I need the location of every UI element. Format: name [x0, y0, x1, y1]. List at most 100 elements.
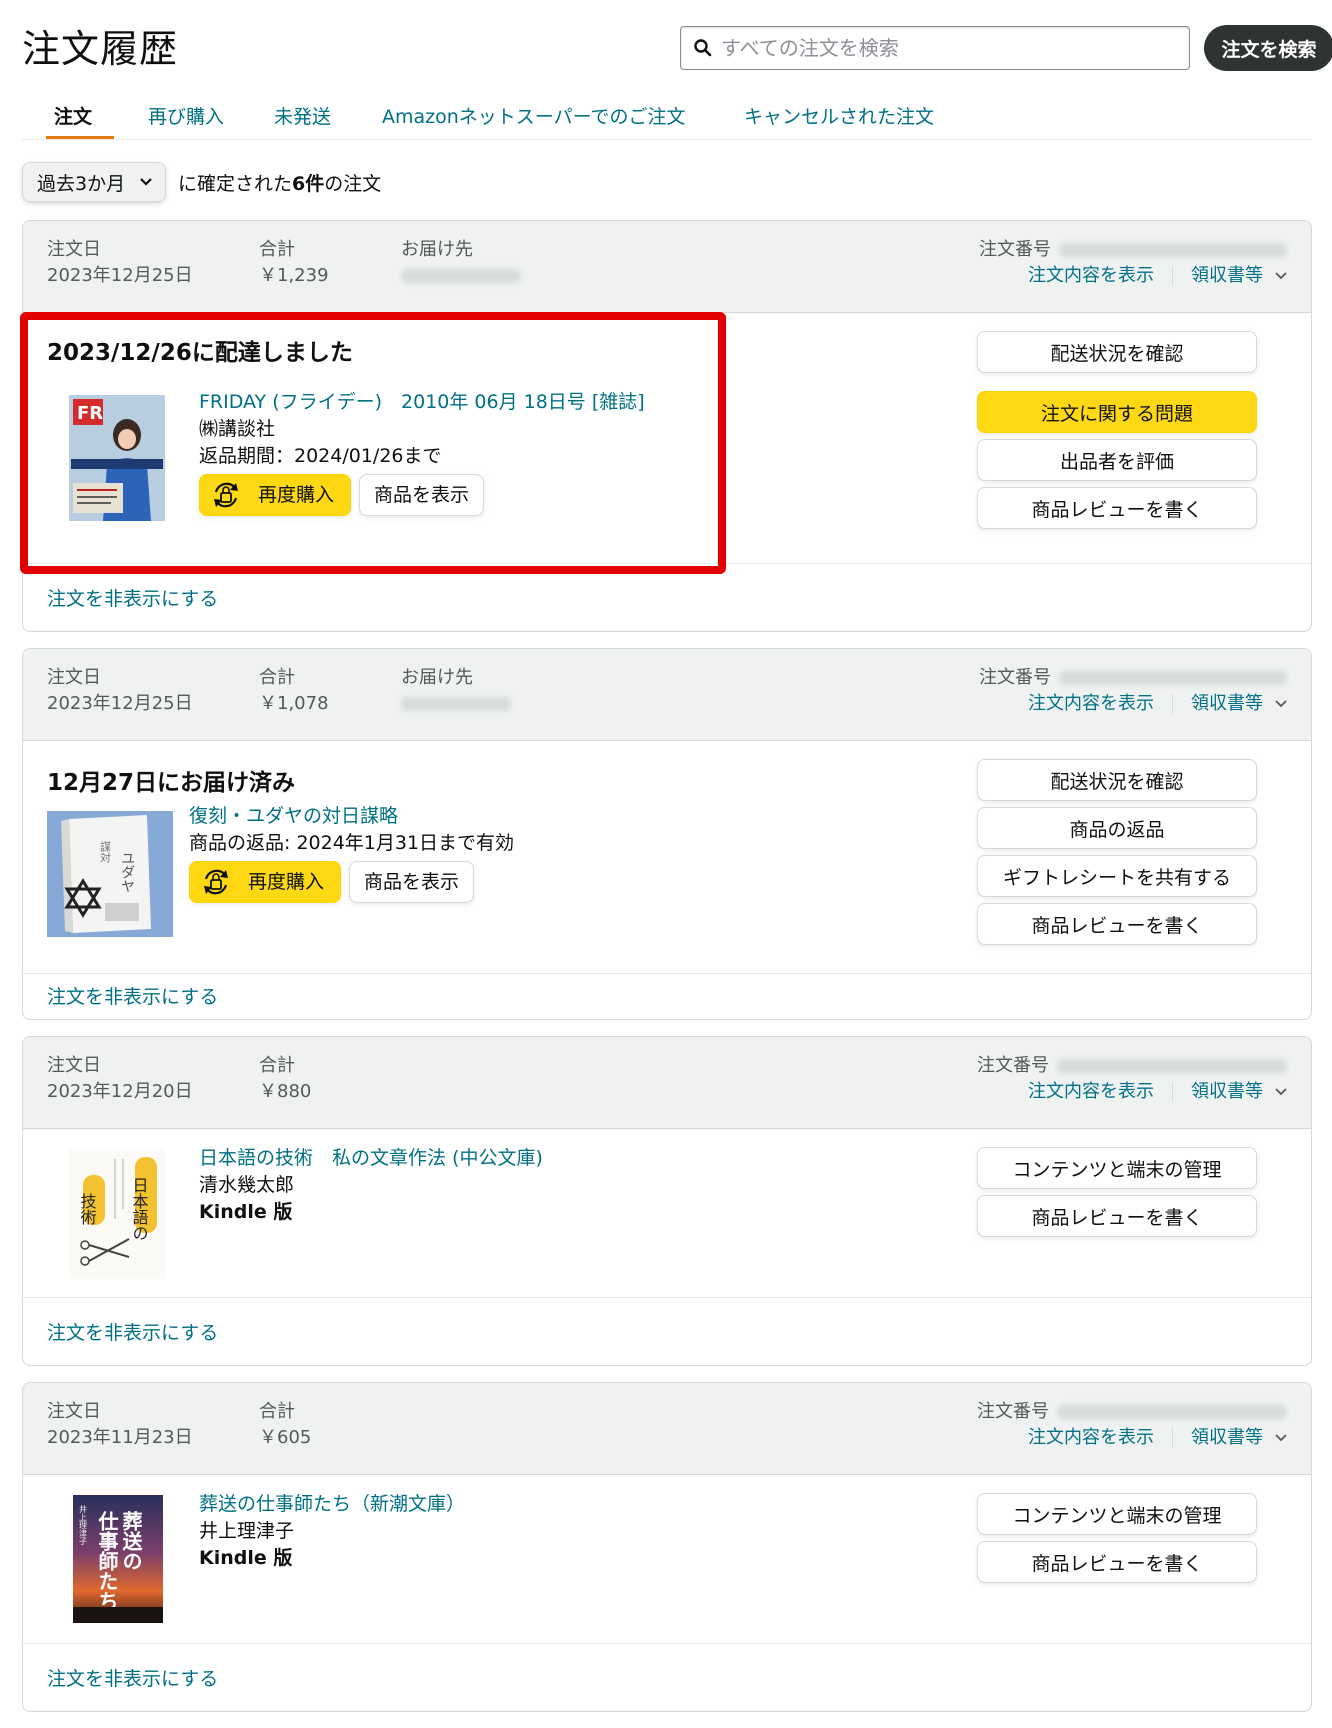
order-actions: コンテンツと端末の管理 商品レビューを書く [977, 1147, 1257, 1243]
search-box[interactable] [680, 26, 1190, 70]
view-item-button[interactable]: 商品を表示 [349, 861, 475, 903]
hide-order-link[interactable]: 注文を非表示にする [47, 1318, 218, 1345]
view-order-details-link[interactable]: 注文内容を表示 [1028, 1079, 1154, 1105]
view-order-details-link[interactable]: 注文内容を表示 [1028, 1425, 1154, 1451]
item-author: 清水幾太郎 [199, 1174, 295, 1196]
item-return-window: 返品期間：2024/01/26まで [199, 445, 442, 467]
rate-seller-button[interactable]: 出品者を評価 [977, 439, 1257, 481]
tab-netsuper-orders[interactable]: Amazonネットスーパーでのご注文 [382, 102, 685, 129]
chevron-down-icon[interactable] [1275, 272, 1287, 280]
share-gift-receipt-button[interactable]: ギフトレシートを共有する [977, 855, 1257, 897]
redacted-recipient [401, 697, 511, 711]
ship-to: お届け先 [401, 665, 511, 717]
product-image-nihongo[interactable]: 日本語の 技術 [69, 1149, 165, 1279]
tab-buy-again[interactable]: 再び購入 [148, 102, 224, 129]
chevron-down-icon[interactable] [1275, 700, 1287, 708]
product-image-friday[interactable]: FR [69, 395, 165, 521]
write-review-button[interactable]: 商品レビューを書く [977, 903, 1257, 945]
order-card: 注文日 2023年12月25日 合計 ￥1,078 お届け先 注文番号 注文内容を表… [22, 648, 1312, 1020]
redacted-order-number [1059, 243, 1287, 257]
order-body: 日本語の 技術 日本語の技術 私の文章作法 (中公文庫) 清水幾太郎 Kindl… [23, 1129, 1311, 1297]
order-total: 合計 ￥605 [259, 1401, 312, 1448]
product-image-yudaya[interactable]: ユダヤ 謀対 [47, 811, 173, 937]
order-actions: 配送状況を確認 注文に関する問題 出品者を評価 商品レビューを書く [977, 331, 1257, 535]
item-title-link[interactable]: 葬送の仕事師たち（新潮文庫） [199, 1491, 465, 1518]
return-item-button[interactable]: 商品の返品 [977, 807, 1257, 849]
order-body: 葬送の 仕事師たち 井上理津子 葬送の仕事師たち（新潮文庫） 井上理津子 Kin… [23, 1475, 1311, 1643]
order-header: 注文日 2023年12月25日 合計 ￥1,239 お届け先 注文番号 注文内容を表… [23, 221, 1311, 313]
search-orders-button[interactable]: 注文を検索 [1204, 25, 1332, 71]
order-tabs: 注文 再び購入 未発送 Amazonネットスーパーでのご注文 キャンセルされた注… [22, 94, 1312, 140]
order-total: 合計 ￥880 [259, 1055, 312, 1102]
top-bar: 注文履歴 注文を検索 [22, 18, 1332, 74]
time-range-dropdown[interactable]: 過去3か月 [22, 162, 166, 202]
chevron-down-icon[interactable] [1275, 1088, 1287, 1096]
track-package-button[interactable]: 配送状況を確認 [977, 759, 1257, 801]
product-image-sousou[interactable]: 葬送の 仕事師たち 井上理津子 [73, 1495, 163, 1623]
chevron-down-icon [140, 178, 152, 186]
hide-order-link[interactable]: 注文を非表示にする [47, 982, 218, 1009]
svg-text:井上理津子: 井上理津子 [79, 1504, 88, 1545]
write-review-button[interactable]: 商品レビューを書く [977, 1195, 1257, 1237]
chevron-down-icon[interactable] [1275, 1434, 1287, 1442]
search-input[interactable] [721, 27, 1181, 69]
order-footer: 注文を非表示にする [23, 1297, 1311, 1365]
view-order-details-link[interactable]: 注文内容を表示 [1028, 263, 1154, 289]
hide-order-link[interactable]: 注文を非表示にする [47, 584, 218, 611]
order-date: 注文日 2023年11月23日 [47, 1401, 193, 1448]
rebuy-button[interactable]: 再度購入 [199, 474, 352, 516]
manage-content-devices-button[interactable]: コンテンツと端末の管理 [977, 1493, 1257, 1535]
order-card: 注文日 2023年12月25日 合計 ￥1,239 お届け先 注文番号 注文内容を表… [22, 220, 1312, 632]
svg-text:葬送の: 葬送の [119, 1510, 143, 1571]
order-count-text: に確定された6件の注文 [178, 172, 382, 195]
search-icon [694, 39, 712, 57]
view-item-button[interactable]: 商品を表示 [359, 474, 485, 516]
page-title: 注文履歴 [22, 27, 179, 71]
order-date: 注文日 2023年12月25日 [47, 239, 193, 286]
track-package-button[interactable]: 配送状況を確認 [977, 331, 1257, 373]
order-date: 注文日 2023年12月20日 [47, 1055, 193, 1102]
svg-text:日本語の: 日本語の [130, 1177, 149, 1241]
problem-with-order-button[interactable]: 注文に関する問題 [977, 391, 1257, 433]
svg-text:謀対: 謀対 [99, 840, 112, 863]
item-return-window: 商品の返品: 2024年1月31日まで有効 [189, 832, 515, 854]
rebuy-icon [214, 482, 238, 508]
order-body: 12月27日にお届け済み ユダヤ 謀対 復刻・ユダヤの対日謀略 商品の返品: 2… [23, 741, 1311, 973]
receipt-link[interactable]: 領収書等 [1191, 691, 1263, 717]
ship-to: お届け先 [401, 237, 521, 289]
tab-cancelled-orders[interactable]: キャンセルされた注文 [744, 102, 934, 129]
order-card: 注文日 2023年12月20日 合計 ￥880 注文番号 注文内容を表示 領収書等 … [22, 1036, 1312, 1366]
order-header: 注文日 2023年12月20日 合計 ￥880 注文番号 注文内容を表示 領収書等 [23, 1037, 1311, 1129]
receipt-link[interactable]: 領収書等 [1191, 263, 1263, 289]
item-title-link[interactable]: 日本語の技術 私の文章作法 (中公文庫) [199, 1145, 543, 1172]
hide-order-link[interactable]: 注文を非表示にする [47, 1664, 218, 1691]
redacted-order-number [1059, 671, 1287, 685]
rebuy-icon [204, 869, 228, 895]
order-number-block: 注文番号 注文内容を表示 領収書等 [977, 1399, 1287, 1451]
write-review-button[interactable]: 商品レビューを書く [977, 1541, 1257, 1583]
order-actions: 配送状況を確認 商品の返品 ギフトレシートを共有する 商品レビューを書く [977, 759, 1257, 951]
tab-not-shipped[interactable]: 未発送 [274, 102, 331, 129]
item-info: 日本語の技術 私の文章作法 (中公文庫) 清水幾太郎 Kindle 版 [199, 1145, 543, 1226]
time-range-selected: 過去3か月 [37, 172, 126, 195]
order-number-block: 注文番号 注文内容を表示 領収書等 [977, 1053, 1287, 1105]
manage-content-devices-button[interactable]: コンテンツと端末の管理 [977, 1147, 1257, 1189]
item-title-link[interactable]: 復刻・ユダヤの対日謀略 [189, 803, 514, 830]
tab-orders[interactable]: 注文 [54, 102, 92, 129]
order-header: 注文日 2023年12月25日 合計 ￥1,078 お届け先 注文番号 注文内容を表… [23, 649, 1311, 741]
order-card: 注文日 2023年11月23日 合計 ￥605 注文番号 注文内容を表示 領収書等 [22, 1382, 1312, 1712]
write-review-button[interactable]: 商品レビューを書く [977, 487, 1257, 529]
receipt-link[interactable]: 領収書等 [1191, 1079, 1263, 1105]
item-title-link[interactable]: FRIDAY (フライデー) 2010年 06月 18日号 [雑誌] [199, 389, 645, 416]
receipt-link[interactable]: 領収書等 [1191, 1425, 1263, 1451]
rebuy-button[interactable]: 再度購入 [189, 861, 342, 903]
svg-text:FR: FR [77, 403, 103, 424]
view-order-details-link[interactable]: 注文内容を表示 [1028, 691, 1154, 717]
order-number-block: 注文番号 注文内容を表示 領収書等 [979, 237, 1287, 289]
item-format: Kindle 版 [199, 1547, 293, 1569]
svg-text:ユダヤ: ユダヤ [119, 851, 135, 893]
item-publisher: ㈱講談社 [199, 418, 276, 440]
item-info: 葬送の仕事師たち（新潮文庫） 井上理津子 Kindle 版 [199, 1491, 465, 1572]
order-total: 合計 ￥1,239 [259, 239, 329, 286]
order-footer: 注文を非表示にする [23, 1643, 1311, 1711]
